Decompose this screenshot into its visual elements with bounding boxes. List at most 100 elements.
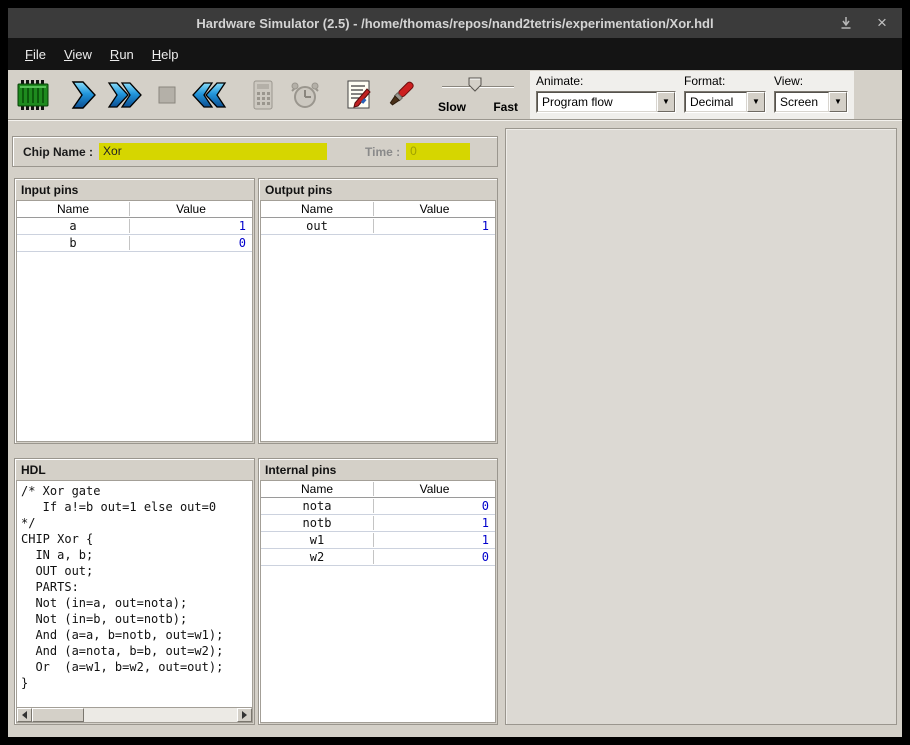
triangle-left-icon [22, 711, 27, 719]
pin-name-cell: b [17, 236, 130, 250]
time-label: Time : [365, 145, 400, 159]
hardware-simulator-window: Hardware Simulator (2.5) - /home/thomas/… [0, 0, 910, 745]
chip-name-label: Chip Name : [23, 145, 93, 159]
single-step-icon [65, 77, 101, 113]
scroll-right-button[interactable] [237, 708, 252, 722]
internal-pins-title: Internal pins [259, 459, 497, 480]
view-dropdown-group: View: Screen ▼ [774, 74, 848, 113]
column-header-value: Value [374, 482, 495, 496]
calculator-icon [245, 77, 281, 113]
table-row: w1 1 [261, 532, 495, 549]
main-content: Chip Name : Xor Time : 0 Input pins Name… [8, 120, 902, 737]
hdl-code: /* Xor gate If a!=b out=1 else out=0 */ … [17, 481, 252, 693]
calculator-button [242, 74, 284, 116]
table-row: a 1 [17, 218, 252, 235]
chip-name-field[interactable]: Xor [99, 143, 327, 160]
table-row: nota 0 [261, 498, 495, 515]
menu-run[interactable]: Run [101, 40, 143, 69]
pin-value-cell[interactable]: 1 [130, 219, 252, 233]
table-row: b 0 [17, 235, 252, 252]
run-button[interactable] [104, 74, 146, 116]
scrollbar-thumb[interactable] [32, 708, 84, 722]
scroll-left-button[interactable] [17, 708, 32, 722]
pin-value-cell: 0 [374, 499, 495, 513]
view-dropdown[interactable]: Screen ▼ [774, 91, 848, 113]
stop-button[interactable] [146, 74, 188, 116]
toolbar: Slow Fast Animate: Program flow ▼ Format… [8, 70, 902, 120]
close-button[interactable]: × [874, 15, 890, 31]
stop-icon [149, 77, 185, 113]
chevron-down-icon: ▼ [657, 92, 675, 112]
input-pins-title: Input pins [15, 179, 254, 200]
table-row: notb 1 [261, 515, 495, 532]
slider-thumb[interactable] [468, 77, 482, 97]
pin-value-cell: 1 [374, 516, 495, 530]
animate-label: Animate: [536, 74, 676, 88]
pin-name-cell: nota [261, 499, 374, 513]
load-chip-button[interactable] [12, 74, 54, 116]
rewind-icon [191, 77, 227, 113]
slider-fast-label: Fast [493, 100, 518, 114]
pin-value-cell: 1 [374, 219, 495, 233]
pin-value-cell[interactable]: 0 [130, 236, 252, 250]
chevron-down-icon: ▼ [747, 92, 765, 112]
pin-value-cell: 1 [374, 533, 495, 547]
pin-name-cell: notb [261, 516, 374, 530]
clock-button [284, 74, 326, 116]
window-title: Hardware Simulator (2.5) - /home/thomas/… [8, 16, 902, 31]
slider-slow-label: Slow [438, 100, 466, 114]
input-pins-table: Name Value a 1 b 0 [16, 200, 253, 442]
view-value: Screen [775, 92, 829, 112]
triangle-right-icon [242, 711, 247, 719]
menu-view[interactable]: View [55, 40, 101, 69]
format-label: Format: [684, 74, 766, 88]
output-pins-title: Output pins [259, 179, 497, 200]
script-icon [341, 77, 377, 113]
view-script-button[interactable] [338, 74, 380, 116]
screen-view-panel [505, 128, 897, 725]
input-pins-panel: Input pins Name Value a 1 b 0 [14, 178, 255, 444]
minimize-icon [840, 16, 852, 30]
pin-value-cell: 0 [374, 550, 495, 564]
minimize-button[interactable] [838, 15, 854, 31]
pin-name-cell: a [17, 219, 130, 233]
scrollbar-track[interactable] [32, 708, 237, 722]
dropdown-panel: Animate: Program flow ▼ Format: Decimal … [530, 71, 854, 119]
menu-help[interactable]: Help [143, 40, 188, 69]
clear-button[interactable] [380, 74, 422, 116]
view-label: View: [774, 74, 848, 88]
column-header-value: Value [130, 202, 252, 216]
run-icon [107, 77, 143, 113]
internal-pins-panel: Internal pins Name Value nota 0 notb 1 w… [258, 458, 498, 725]
reset-button[interactable] [188, 74, 230, 116]
chip-icon [15, 77, 51, 113]
time-field: 0 [406, 143, 470, 160]
column-header-name: Name [261, 202, 374, 216]
animate-dropdown[interactable]: Program flow ▼ [536, 91, 676, 113]
pin-name-cell: w1 [261, 533, 374, 547]
hdl-title: HDL [15, 459, 254, 480]
table-header-row: Name Value [17, 201, 252, 218]
pin-name-cell: out [261, 219, 374, 233]
chip-name-bar: Chip Name : Xor Time : 0 [12, 136, 498, 167]
column-header-value: Value [374, 202, 495, 216]
menubar: File View Run Help [8, 38, 902, 70]
internal-pins-table: Name Value nota 0 notb 1 w1 1 w2 0 [260, 480, 496, 723]
speed-slider[interactable]: Slow Fast [438, 74, 518, 116]
format-dropdown-group: Format: Decimal ▼ [684, 74, 766, 113]
chevron-down-icon: ▼ [829, 92, 847, 112]
clock-icon [287, 77, 323, 113]
format-dropdown[interactable]: Decimal ▼ [684, 91, 766, 113]
output-pins-table: Name Value out 1 [260, 200, 496, 442]
hdl-horizontal-scrollbar[interactable] [16, 708, 253, 723]
table-header-row: Name Value [261, 481, 495, 498]
output-pins-panel: Output pins Name Value out 1 [258, 178, 498, 444]
table-header-row: Name Value [261, 201, 495, 218]
hdl-code-view: /* Xor gate If a!=b out=1 else out=0 */ … [16, 480, 253, 708]
table-row: w2 0 [261, 549, 495, 566]
column-header-name: Name [17, 202, 130, 216]
hdl-panel: HDL /* Xor gate If a!=b out=1 else out=0… [14, 458, 255, 725]
pin-name-cell: w2 [261, 550, 374, 564]
single-step-button[interactable] [62, 74, 104, 116]
menu-file[interactable]: File [16, 40, 55, 69]
